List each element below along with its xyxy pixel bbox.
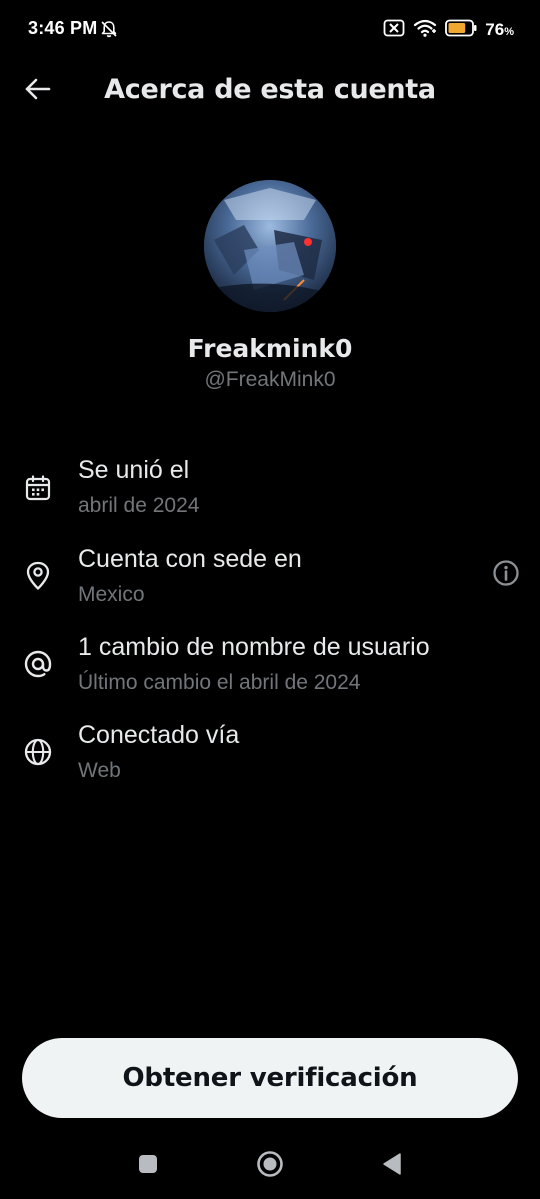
home-circle-icon [255,1149,285,1184]
info-value-connected: Web [78,759,121,782]
home-button[interactable] [250,1146,290,1186]
display-name: Freakmink0 [187,334,353,363]
get-verification-button[interactable]: Obtener verificación [22,1038,518,1118]
info-value-username-changes: Último cambio el abril de 2024 [78,671,361,694]
at-sign-icon [22,648,54,680]
calendar-icon [22,472,54,504]
info-title-username-changes: 1 cambio de nombre de usuario [78,633,430,661]
page-title: Acerca de esta cuenta [104,74,436,105]
info-row-location: Cuenta con sede en Mexico [0,541,540,621]
recents-button[interactable] [128,1146,168,1186]
info-value-location: Mexico [78,583,145,606]
back-triangle-icon [380,1151,404,1182]
location-pin-icon [22,560,54,592]
status-icons: 76% [383,17,514,43]
battery-icon [445,19,477,42]
info-title-joined: Se unió el [78,456,190,484]
user-handle: @FreakMink0 [204,368,336,391]
info-row-connected: Conectado vía Web [0,717,540,797]
system-back-button[interactable] [372,1146,412,1186]
bell-muted-icon [99,19,119,39]
battery-percentage: 76% [485,20,514,40]
battery-value: 76 [485,20,505,39]
status-bar: 3:46 PM 76% [0,0,540,60]
sim-off-icon [383,19,405,42]
info-icon [492,559,520,592]
info-title-location: Cuenta con sede en [78,545,302,573]
header: Acerca de esta cuenta [0,60,540,122]
info-value-joined: abril de 2024 [78,494,200,517]
avatar-image [204,180,336,312]
info-row-username-changes: 1 cambio de nombre de usuario Último cam… [0,629,540,709]
battery-unit: % [504,26,514,38]
info-row-joined: Se unió el abril de 2024 [0,452,540,532]
avatar[interactable] [204,180,336,312]
info-title-connected: Conectado vía [78,721,240,749]
status-time: 3:46 PM [28,18,98,38]
wifi-icon [413,18,437,43]
recents-square-icon [137,1153,159,1180]
system-nav-bar [0,1132,540,1199]
globe-icon [22,736,54,768]
info-help-button[interactable] [490,559,522,591]
